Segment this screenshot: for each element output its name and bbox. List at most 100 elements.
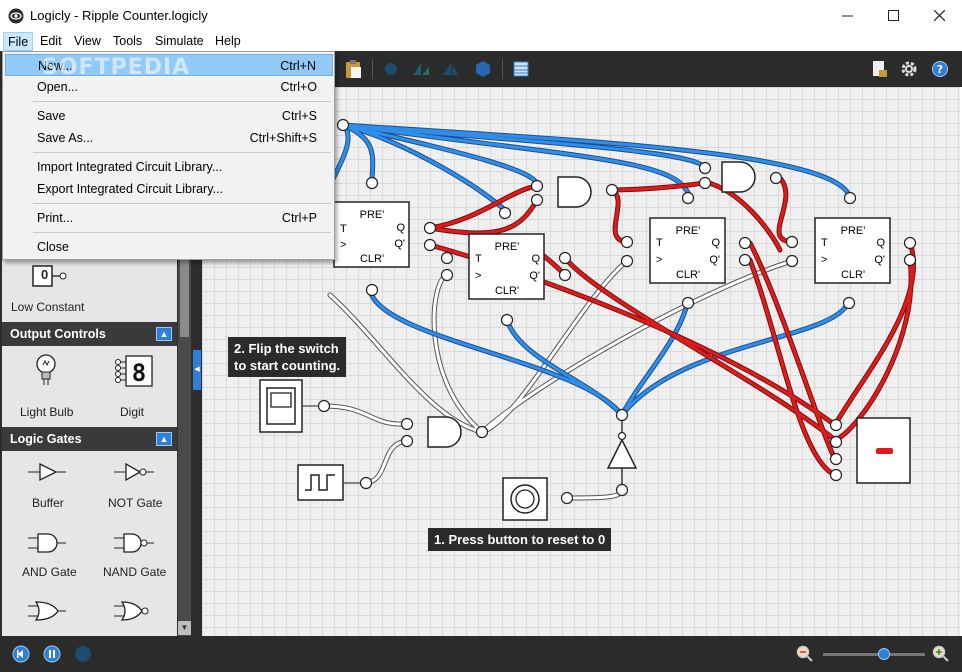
digit-label: Digit — [120, 405, 145, 419]
menu-simulate[interactable]: Simulate — [151, 32, 208, 51]
table-icon[interactable] — [510, 58, 532, 80]
low-constant-label: Low Constant — [11, 300, 85, 314]
title-bar: Logicly - Ripple Counter.logicly — [0, 0, 962, 31]
minimize-button[interactable] — [824, 0, 870, 31]
flip-flop-3[interactable]: PRE' T > Q Q' CLR' — [649, 217, 726, 284]
scroll-down-arrow-icon[interactable]: ▼ — [178, 621, 191, 635]
digit-display-value: 8 — [132, 359, 146, 387]
menu-item-save[interactable]: Save Ctrl+S — [5, 105, 333, 127]
and-gate-3[interactable] — [427, 416, 462, 448]
output-controls-title: Output Controls — [10, 327, 106, 341]
not-gate[interactable] — [606, 438, 638, 469]
zoom-in-icon[interactable] — [932, 645, 950, 663]
menu-view[interactable]: View — [70, 32, 105, 51]
flip-flop-2[interactable]: PRE' T > Q Q' CLR' — [468, 233, 545, 300]
light-bulb-icon[interactable] — [34, 353, 58, 387]
bus-wires — [321, 258, 795, 501]
svg-text:CLR': CLR' — [360, 253, 384, 265]
menu-item-close-label: Close — [37, 240, 69, 254]
svg-text:Q: Q — [876, 237, 885, 249]
rotate-icon[interactable] — [440, 58, 462, 80]
menu-separator — [33, 152, 331, 153]
buffer-label: Buffer — [32, 496, 64, 510]
menu-item-export-library-label: Export Integrated Circuit Library... — [37, 182, 223, 196]
svg-text:T: T — [475, 253, 482, 265]
menu-file[interactable]: File — [3, 32, 34, 51]
flip-icon[interactable] — [410, 58, 432, 80]
help-icon[interactable]: ? — [929, 58, 951, 80]
buffer-gate-icon[interactable] — [26, 461, 70, 483]
svg-text:PRE': PRE' — [841, 225, 866, 237]
and-gate-2[interactable] — [721, 161, 756, 193]
svg-text:Q: Q — [396, 222, 405, 234]
instruction-note-reset: 1. Press button to reset to 0 — [428, 528, 612, 551]
nand-gate-icon[interactable] — [112, 531, 156, 555]
not-gate-icon[interactable] — [112, 461, 156, 483]
print-icon[interactable] — [868, 58, 890, 80]
menu-item-save-as[interactable]: Save As... Ctrl+Shift+S — [5, 127, 333, 149]
flip-flop-1[interactable]: PRE' T > Q Q' CLR' — [333, 201, 410, 268]
menu-item-print[interactable]: Print... Ctrl+P — [5, 207, 333, 229]
step-back-icon[interactable] — [12, 645, 30, 663]
menu-item-save-shortcut: Ctrl+S — [281, 109, 317, 123]
softpedia-watermark: SOFTPEDIA — [42, 55, 191, 80]
and-gate-1[interactable] — [557, 176, 592, 208]
svg-text:PRE': PRE' — [676, 225, 701, 237]
collapse-panel-handle[interactable]: ◀ — [193, 350, 201, 390]
window-title: Logicly - Ripple Counter.logicly — [30, 8, 208, 23]
menu-item-save-as-label: Save As... — [37, 131, 94, 145]
paste-icon[interactable] — [342, 58, 364, 80]
instruction-note-switch-line2: to start counting. — [234, 358, 341, 373]
svg-text:>: > — [821, 254, 827, 266]
digit-output[interactable] — [856, 417, 911, 484]
menu-help[interactable]: Help — [211, 32, 245, 51]
digit-segment-lit — [876, 448, 893, 454]
menu-edit[interactable]: Edit — [36, 32, 66, 51]
and-gate-label: AND Gate — [22, 565, 77, 579]
menu-item-new-shortcut: Ctrl+N — [280, 59, 316, 73]
menu-item-open-shortcut: Ctrl+O — [280, 80, 317, 94]
svg-text:Q': Q' — [529, 270, 540, 282]
close-window-button[interactable] — [916, 0, 962, 31]
instruction-note-switch: 2. Flip the switch to start counting. — [228, 337, 347, 377]
digit-icon[interactable]: 8 — [112, 355, 156, 387]
status-bar — [0, 636, 962, 672]
and-gate-icon[interactable] — [26, 531, 70, 555]
settings-icon[interactable] — [898, 58, 920, 80]
zoom-out-icon[interactable] — [796, 645, 814, 663]
menu-tools[interactable]: Tools — [109, 32, 146, 51]
svg-text:Q: Q — [531, 253, 540, 265]
logic-gates-header[interactable]: Logic Gates ▲ — [2, 427, 177, 451]
svg-text:>: > — [340, 239, 346, 251]
step-forward-icon[interactable] — [74, 645, 92, 663]
svg-text:Q: Q — [711, 237, 720, 249]
or-gate-icon[interactable] — [26, 599, 70, 623]
flip-flop-4[interactable]: PRE' T > Q Q' CLR' — [814, 217, 891, 284]
collapse-output-controls-button[interactable]: ▲ — [156, 327, 172, 341]
gate-icon[interactable] — [380, 58, 402, 80]
svg-text:PRE': PRE' — [360, 209, 385, 221]
ic-icon[interactable] — [472, 58, 494, 80]
logic-gates-title: Logic Gates — [10, 432, 82, 446]
low-constant-icon[interactable] — [32, 265, 68, 287]
menu-item-import-library[interactable]: Import Integrated Circuit Library... — [5, 156, 333, 178]
minimize-icon — [841, 15, 853, 17]
nor-gate-icon[interactable] — [112, 599, 156, 623]
menu-item-import-library-label: Import Integrated Circuit Library... — [37, 160, 223, 174]
pause-icon[interactable] — [43, 645, 61, 663]
output-controls-header[interactable]: Output Controls ▲ — [2, 322, 177, 346]
reset-push-button[interactable] — [502, 477, 548, 521]
menu-item-print-label: Print... — [37, 211, 74, 225]
menu-item-close[interactable]: Close — [5, 236, 333, 258]
svg-text:>: > — [475, 270, 481, 282]
toolbar-separator — [372, 59, 373, 79]
maximize-button[interactable] — [870, 0, 916, 31]
svg-text:T: T — [656, 237, 663, 249]
clock-source[interactable] — [297, 464, 360, 501]
collapse-logic-gates-button[interactable]: ▲ — [156, 432, 172, 446]
zoom-slider-track[interactable] — [823, 653, 925, 656]
toggle-switch[interactable] — [259, 379, 318, 433]
nand-gate-label: NAND Gate — [103, 565, 167, 579]
menu-item-export-library[interactable]: Export Integrated Circuit Library... — [5, 178, 333, 200]
zoom-slider-thumb[interactable] — [878, 648, 891, 660]
